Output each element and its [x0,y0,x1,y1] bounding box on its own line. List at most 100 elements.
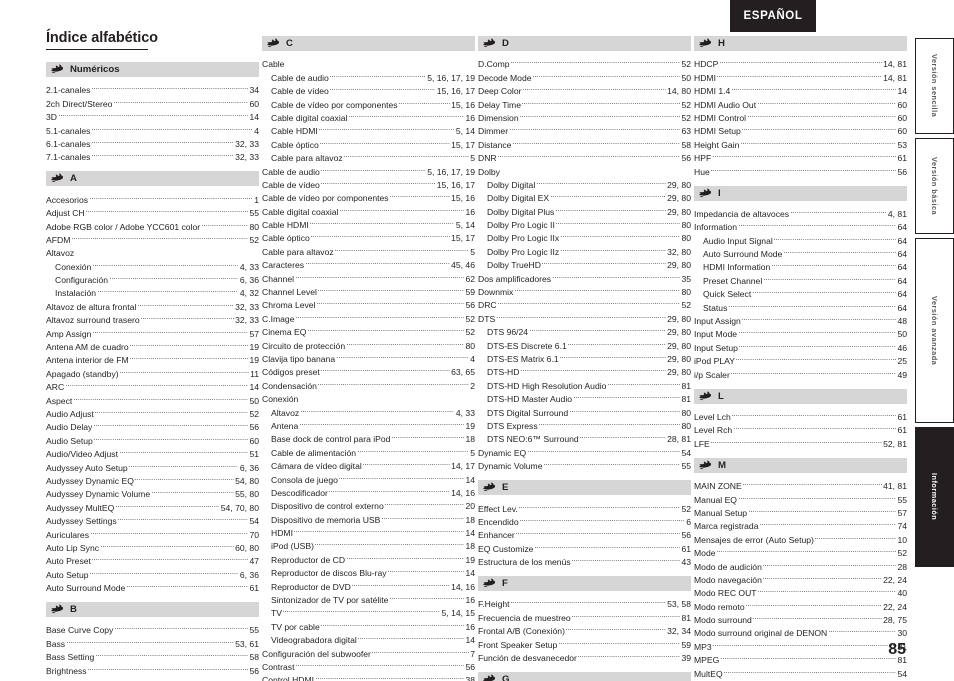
index-entry[interactable]: HDMI 14, 81 [694,67,907,83]
index-entry[interactable]: Conexión 4, 33 [46,256,259,272]
index-entry[interactable]: Cable [262,54,475,69]
index-entry[interactable]: HPF 61 [694,148,907,163]
leader-dots [113,93,248,106]
index-entry[interactable]: ARC 14 [46,377,259,392]
entry-label: Códigos preset [262,367,320,378]
index-entry[interactable]: 2.1-canales 34 [46,80,259,95]
index-entry[interactable]: Altavoz [46,243,259,258]
tab-1[interactable]: Versión sencilla [915,38,954,134]
pointing-hand-icon [483,578,497,588]
index-entry[interactable]: Cable de audio 5, 16, 17, 19 [262,67,475,83]
index-entry[interactable]: TV 5, 14, 15 [262,603,475,618]
index-entry[interactable]: Base Curve Copy 55 [46,620,259,635]
entry-pages: 30 [897,628,907,639]
index-entry[interactable]: Distance 58 [478,134,691,150]
entry-label: Aspect [46,395,73,406]
entry-label: Cable de audio [271,72,329,83]
index-entry[interactable]: Level Lch 61 [694,407,907,422]
index-entry[interactable]: HDCP 14, 81 [694,54,907,69]
index-entry[interactable]: F.Height 53, 58 [478,594,691,609]
entry-pages: 56 [897,166,907,177]
leader-dots [317,295,464,308]
entry-pages: 52 [249,408,259,419]
index-entry[interactable]: Impedancia de altavoces 4, 81 [694,204,907,219]
index-entry[interactable]: DNR 56 [478,148,691,163]
index-entry[interactable]: Hue 56 [694,161,907,177]
index-entry[interactable]: Mute Level62 [694,677,907,681]
entry-label: Marca registrada [694,521,759,532]
index-entry[interactable]: TV por cable 16 [262,616,475,632]
index-entry[interactable]: HDMI 14 [262,523,475,538]
index-entry[interactable]: MP3 81 [694,636,907,652]
entry-pages: 6, 36 [239,275,259,286]
leader-dots [381,509,464,522]
leader-dots [740,134,896,147]
index-entry[interactable]: Effect Lev. 52 [478,498,691,514]
leader-dots [318,282,464,295]
index-entry[interactable]: iPod (USB) 18 [262,536,475,551]
leader-dots [758,583,896,596]
entry-label: Cable HDMI [262,220,309,231]
entry-label: Dolby [478,166,500,177]
index-entry[interactable]: HDMI 1.4 14 [694,81,907,96]
index-entry[interactable]: Bass 53, 61 [46,633,259,649]
leader-dots [135,471,234,484]
index-entry[interactable]: DTS 96/24 29, 80 [478,322,691,337]
section-letter: D [502,38,509,49]
index-entry[interactable]: Dolby [478,161,691,177]
index-entry[interactable]: DTS 29, 80 [478,308,691,324]
index-entry[interactable]: Frecuencia de muestreo 81 [478,607,691,623]
tab-4[interactable]: Información [915,427,954,567]
leader-dots [330,81,436,94]
index-entry[interactable]: 5.1-canales 4 [46,120,259,136]
entry-pages: 55 [249,208,259,219]
index-entry[interactable]: AFDM 52 [46,230,259,245]
entry-label: 3D [46,112,57,123]
entry-label: MAIN ZONE [694,481,742,492]
entry-label: Audio Input Signal [703,235,773,246]
index-entry[interactable]: MultEQ 54 [694,663,907,679]
tab-3[interactable]: Versión avanzada [915,238,954,423]
index-entry[interactable]: MAIN ZONE 41, 81 [694,476,907,491]
pointing-hand-icon [483,38,497,48]
index-entry[interactable]: Decode Mode 50 [478,67,691,83]
leader-dots [329,483,450,496]
leader-dots [372,643,469,656]
entry-label: Conexión [262,394,299,405]
index-entry[interactable]: Bass Setting 58 [46,647,259,662]
index-entry[interactable]: 3D 14 [46,107,259,122]
index-entry[interactable]: LFE 52, 81 [694,433,907,449]
index-entry[interactable]: DRC 52 [478,295,691,310]
pointing-hand-icon [699,391,713,401]
leader-dots [742,311,896,324]
index-entry[interactable]: MPEG 81 [694,650,907,665]
entry-label: Bass Setting [46,652,95,663]
index-entry[interactable]: Modo de audición 28 [694,556,907,572]
tab-label: Información [930,473,939,521]
index-entry[interactable]: Audio Adjust 52 [46,404,259,419]
index-entry[interactable]: Aspect 50 [46,390,259,406]
entry-label: Hue [694,166,710,177]
section-header-b: B [46,602,259,618]
entry-label: Amp Assign [46,328,92,339]
index-entry[interactable]: Dolby Digital 29, 80 [478,175,691,190]
entry-label: Dynamic EQ [478,447,527,458]
section-header-f: F [478,576,691,592]
entry-label: Frontal A/B (Conexión) [478,626,565,637]
entry-pages: 32, 80 [667,246,691,257]
entry-pages: 64 [897,275,907,286]
tab-2[interactable]: Versión básica [915,138,954,234]
entry-pages: 10 [897,534,907,545]
index-entry[interactable]: D.Comp 52 [478,54,691,69]
entry-label: Función de desvanecedor [478,653,577,664]
entry-label: Modo surround [694,615,752,626]
language-badge: ESPAÑOL [730,0,816,32]
index-entry[interactable]: Mode 52 [694,543,907,558]
index-entry[interactable]: Accesorios 1 [46,189,259,205]
leader-dots [94,430,248,443]
entry-pages: 52 [681,59,691,70]
leader-dots [747,108,896,121]
leader-dots [321,175,436,188]
index-entry[interactable]: Dimmer 63 [478,121,691,136]
entry-label: Deep Color [478,86,522,97]
